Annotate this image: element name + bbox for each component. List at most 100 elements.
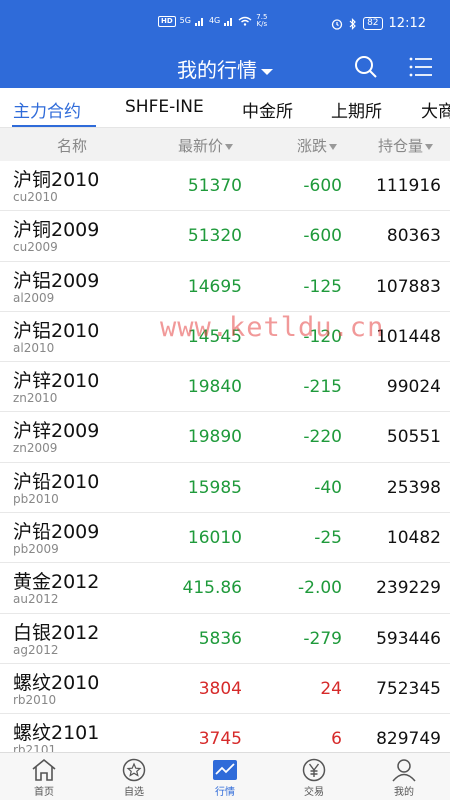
signal-bars-icon [194,18,203,26]
star-icon [122,758,146,782]
open-interest: 10482 [386,528,441,549]
last-price: 3804 [198,678,242,699]
status-indicators: HD 5G 4G 7.5 K/s [158,14,267,28]
chart-icon [213,760,237,780]
title-bar: 我的行情 [0,44,450,88]
last-price: 19840 [187,377,242,398]
quote-row[interactable]: 沪锌2010 zn2010 19840 -215 99024 [0,362,450,413]
hd-badge: HD [158,15,176,27]
nav-watchlist-label: 自选 [124,787,144,798]
nav-watchlist[interactable]: 自选 [104,755,164,799]
nav-home-label: 首页 [34,787,54,798]
status-right: 82 12:12 [331,16,426,31]
quote-row[interactable]: 黄金2012 au2012 415.86 -2.00 239229 [0,563,450,614]
contract-name: 沪铅2009 [13,521,100,544]
nav-market-label: 行情 [215,787,235,798]
price-change: -2.00 [298,578,342,599]
exchange-tabs: 主力合约 SHFE-INE 中金所 上期所 大商所 [0,88,450,128]
bottom-nav: 首页 自选 行情 交易 我的 [0,752,450,800]
quote-row[interactable]: 沪铜2010 cu2010 51370 -600 111916 [0,161,450,212]
contract-code: pb2010 [13,491,59,506]
nav-market[interactable]: 行情 [195,755,255,799]
clock: 12:12 [388,16,426,31]
contract-code: au2012 [13,592,59,607]
open-interest: 107883 [376,276,441,297]
column-header-price-label: 最新价 [178,137,224,155]
price-change: -125 [303,276,342,297]
tab-shfe[interactable]: 上期所 [331,97,382,122]
watermark-text: www.ketldu.cn [160,312,385,343]
quote-row[interactable]: 沪铜2009 cu2009 51320 -600 80363 [0,211,450,262]
signal-bars-icon [224,18,233,26]
quote-row[interactable]: 螺纹2101 rb2101 3745 6 829749 [0,714,450,752]
contract-code: rb2101 [13,743,57,752]
open-interest: 829749 [376,729,441,750]
price-change: 24 [320,678,342,699]
last-price: 5836 [198,628,242,649]
nav-trade-label: 交易 [304,787,324,798]
quote-row[interactable]: 沪铝2009 al2009 14695 -125 107883 [0,262,450,312]
contract-name: 沪铜2009 [13,219,100,242]
caret-down-icon [261,68,273,75]
contract-name: 沪锌2010 [13,370,100,393]
home-icon [32,758,56,781]
quote-row[interactable]: 白银2012 ag2012 5836 -279 593446 [0,614,450,664]
contract-name: 白银2012 [13,621,100,644]
contract-code: cu2009 [13,240,58,255]
price-change: -40 [314,477,342,498]
last-price: 14695 [187,276,242,297]
price-change: -600 [303,226,342,247]
open-interest: 752345 [376,678,441,699]
network-speed: 7.5 K/s [256,14,267,28]
contract-name: 沪锌2009 [13,420,100,443]
last-price: 3745 [198,729,242,750]
column-header-open-interest-label: 持仓量 [378,137,424,155]
menu-button[interactable] [408,54,434,80]
contract-name: 沪铝2009 [13,269,100,292]
last-price: 51320 [187,226,242,247]
open-interest: 25398 [386,477,441,498]
price-change: -220 [303,427,342,448]
signal-5g-label: 5G [179,16,191,25]
page-title: 我的行情 [177,58,257,82]
tab-shfe-ine[interactable]: SHFE-INE [125,97,204,117]
contract-name: 沪铜2010 [13,169,100,191]
nav-profile-label: 我的 [394,787,414,798]
alarm-icon [331,18,343,30]
contract-code: rb2010 [13,692,57,707]
quote-row[interactable]: 沪铅2009 pb2009 16010 -25 10482 [0,513,450,564]
page-title-dropdown[interactable]: 我的行情 [0,54,450,83]
sort-icon [225,143,234,150]
sort-icon [329,143,338,150]
open-interest: 101448 [376,326,441,347]
contract-code: al2010 [13,340,55,355]
column-header-price[interactable]: 最新价 [178,135,234,156]
tab-main-contracts[interactable]: 主力合约 [13,97,81,122]
quote-row[interactable]: 螺纹2010 rb2010 3804 24 752345 [0,664,450,715]
contract-name: 沪铅2010 [13,470,100,493]
column-header-open-interest[interactable]: 持仓量 [378,135,434,156]
nav-profile[interactable]: 我的 [374,755,434,799]
quote-row[interactable]: 沪铅2010 pb2010 15985 -40 25398 [0,463,450,514]
contract-name: 沪铝2010 [13,319,100,342]
contract-code: al2009 [13,290,55,305]
contract-code: ag2012 [13,642,59,657]
tab-cffex[interactable]: 中金所 [242,97,293,122]
contract-code: pb2009 [13,542,59,557]
open-interest: 80363 [386,226,441,247]
price-change: -25 [314,528,342,549]
last-price: 415.86 [182,578,242,599]
nav-trade[interactable]: 交易 [284,755,344,799]
tab-dce[interactable]: 大商所 [421,97,450,122]
contract-name: 螺纹2010 [13,671,100,694]
contract-name: 螺纹2101 [13,722,100,745]
search-icon [355,56,377,78]
network-speed-unit: K/s [256,20,268,28]
status-bar: HD 5G 4G 7.5 K/s 82 12:12 [0,0,450,44]
search-button[interactable] [353,54,379,80]
quote-row[interactable]: 沪锌2009 zn2009 19890 -220 50551 [0,412,450,463]
price-change: -215 [303,377,342,398]
nav-home[interactable]: 首页 [14,755,74,799]
open-interest: 111916 [376,176,441,196]
column-header-change[interactable]: 涨跌 [297,135,338,156]
